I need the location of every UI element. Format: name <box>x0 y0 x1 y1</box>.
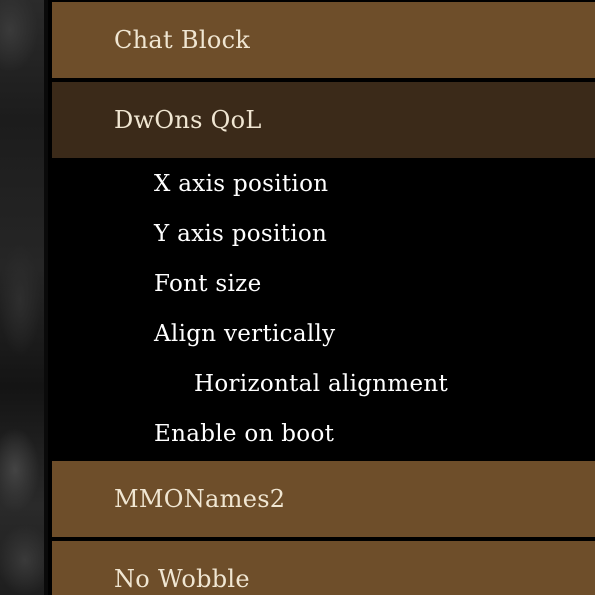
setting-enable-on-boot[interactable]: Enable on boot <box>52 409 595 459</box>
screen: Chat Block DwOns QoL X axis position Y a… <box>0 0 595 595</box>
category-no-wobble[interactable]: No Wobble <box>52 541 595 595</box>
setting-label: Align vertically <box>154 321 336 347</box>
category-label: No Wobble <box>114 565 250 593</box>
setting-label: Enable on boot <box>154 421 335 447</box>
category-dwons-qol[interactable]: DwOns QoL <box>52 82 595 158</box>
category-label: Chat Block <box>114 26 251 54</box>
category-chat-block[interactable]: Chat Block <box>52 2 595 78</box>
category-mmonames2[interactable]: MMONames2 <box>52 461 595 537</box>
setting-align-vertically[interactable]: Align vertically <box>52 309 595 359</box>
setting-font-size[interactable]: Font size <box>52 259 595 309</box>
setting-horizontal-alignment[interactable]: Horizontal alignment <box>52 359 595 409</box>
setting-label: Horizontal alignment <box>194 371 449 397</box>
category-label: DwOns QoL <box>114 106 262 134</box>
setting-label: X axis position <box>154 171 329 197</box>
category-label: MMONames2 <box>114 485 286 513</box>
setting-label: Font size <box>154 271 262 297</box>
setting-y-axis-position[interactable]: Y axis position <box>52 209 595 259</box>
setting-x-axis-position[interactable]: X axis position <box>52 159 595 209</box>
mod-settings-list: Chat Block DwOns QoL X axis position Y a… <box>52 0 595 595</box>
background-stone-texture <box>0 0 48 595</box>
setting-label: Y axis position <box>154 221 328 247</box>
